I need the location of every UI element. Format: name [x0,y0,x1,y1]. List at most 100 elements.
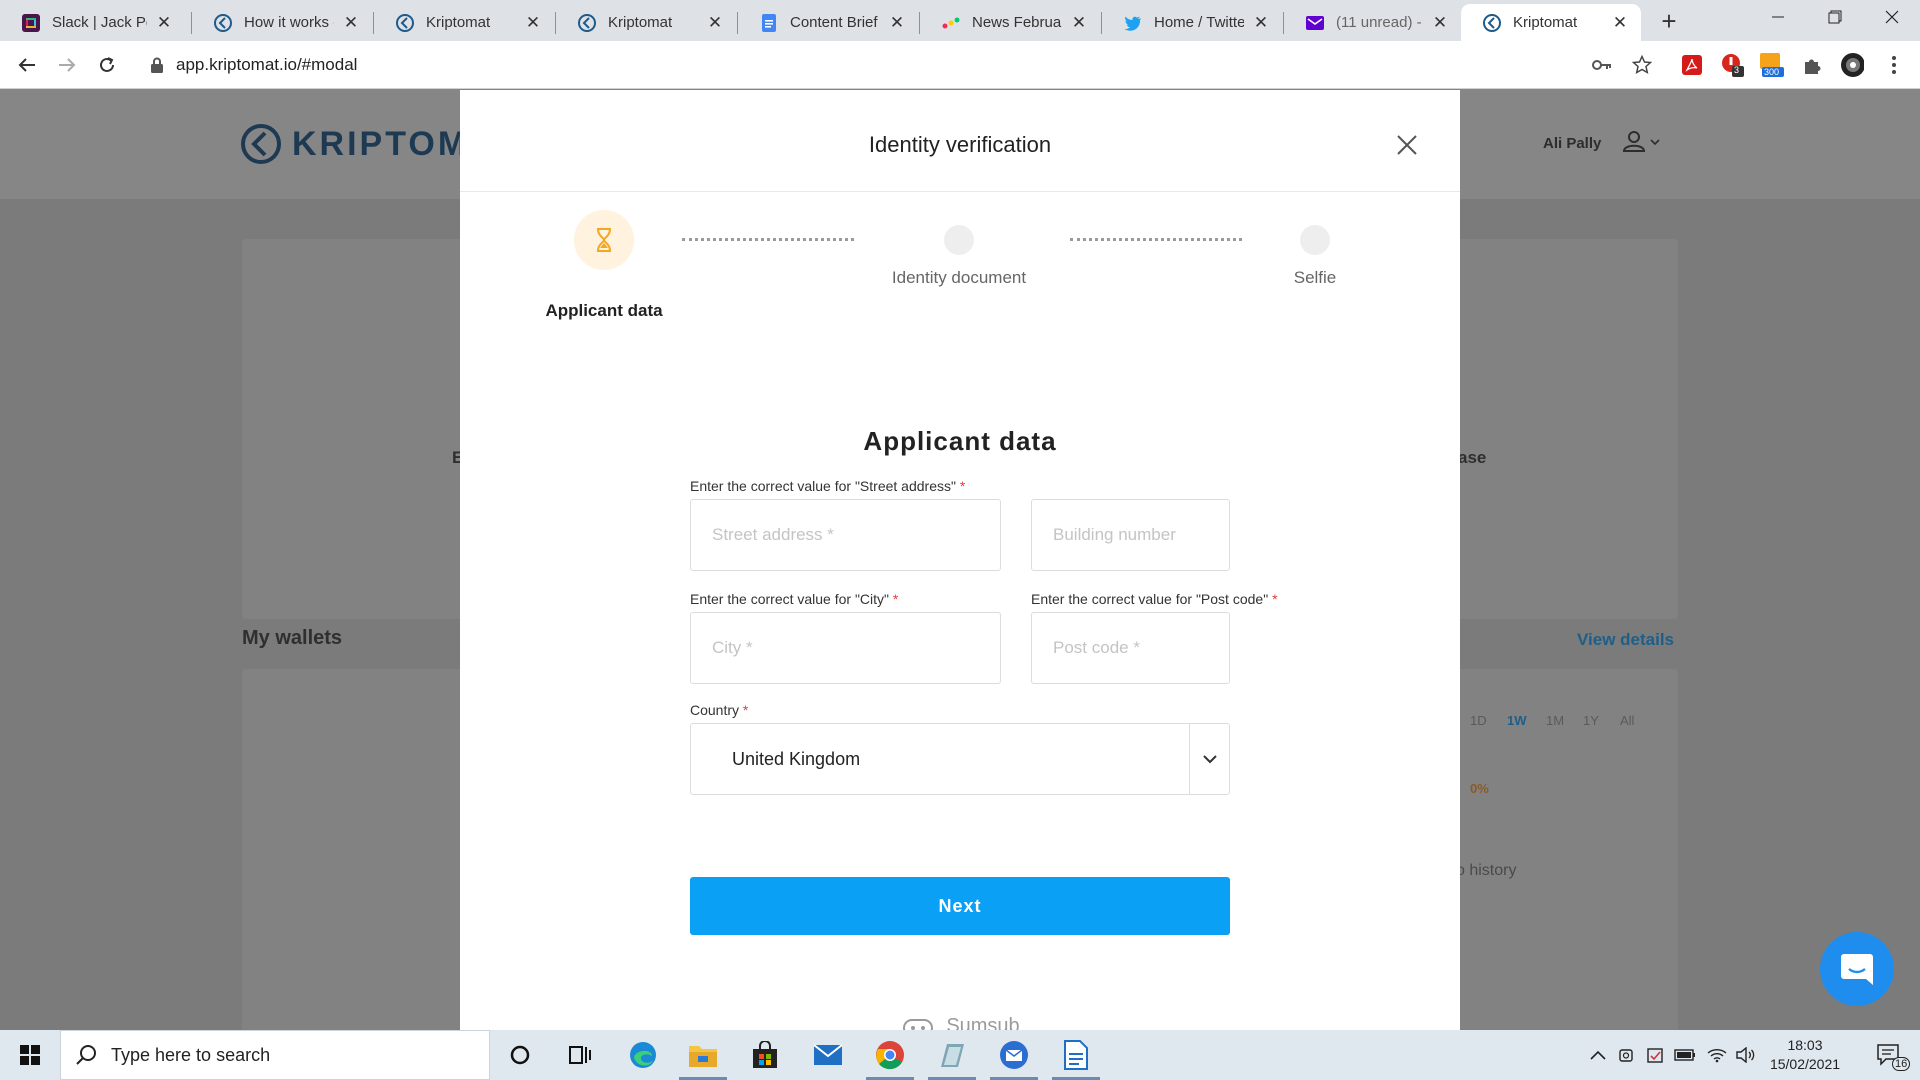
post-code-input[interactable] [1031,612,1230,684]
next-button[interactable]: Next [690,877,1230,935]
twitter-icon [1124,14,1142,32]
shield-extension-icon[interactable]: 3 [1720,53,1744,77]
country-selected-value: United Kingdom [732,748,861,769]
close-icon[interactable]: ✕ [342,13,360,32]
minimize-button[interactable] [1748,0,1808,34]
mail-app[interactable] [798,1030,858,1080]
sumsub-branding: Sumsub [460,1015,1460,1030]
required-mark: * [742,702,749,718]
store-app[interactable] [735,1030,795,1080]
close-icon[interactable]: ✕ [706,13,724,32]
city-input[interactable] [690,612,1001,684]
tab-kriptomat-1[interactable]: Kriptomat ✕ [374,4,554,41]
new-tab-button[interactable]: + [1655,8,1683,36]
taskbar-search-box[interactable]: Type here to search [60,1030,490,1080]
tab-content-brief[interactable]: Content Brief - ✕ [738,4,918,41]
restore-button[interactable] [1805,0,1865,34]
password-key-icon[interactable] [1590,53,1614,77]
close-icon[interactable]: ✕ [888,13,906,32]
tray-app-icon[interactable] [1643,1030,1669,1080]
word-document-app[interactable] [1046,1030,1106,1080]
reload-button[interactable] [93,51,121,79]
sumsub-logo-icon [903,1018,934,1030]
back-arrow-icon [18,58,35,72]
tab-news-february[interactable]: News February ✕ [920,4,1100,41]
rss-badge-count: 300 [1764,67,1780,77]
battery-indicator[interactable] [1672,1030,1698,1080]
country-label-text: Country [690,702,740,718]
slack-icon [22,13,40,32]
dropdown-toggle[interactable] [1189,724,1229,794]
google-docs-icon [760,13,778,32]
street-address-input[interactable] [690,499,1001,571]
thunderbird-app[interactable] [984,1030,1044,1080]
folder-icon [689,1046,717,1067]
action-center-button[interactable]: 16 [1864,1030,1914,1080]
back-button[interactable] [13,51,41,79]
close-icon[interactable]: ✕ [524,13,542,32]
hourglass-icon [597,228,611,252]
puzzle-extensions-icon[interactable] [1800,53,1824,77]
edge-app[interactable] [613,1030,673,1080]
tab-yahoo-mail[interactable]: (11 unread) - al ✕ [1284,4,1461,41]
address-bar[interactable]: app.kriptomat.io/#modal [140,46,1660,84]
country-select[interactable]: United Kingdom [690,723,1230,795]
modal-header: Identity verification [460,90,1460,192]
modal-close-button[interactable] [1395,133,1419,157]
pdf-extension-icon[interactable] [1680,53,1704,77]
tab-twitter[interactable]: Home / Twitter ✕ [1102,4,1282,41]
tab-how-it-works[interactable]: How it works - ✕ [192,4,372,41]
my-wallets-heading: My wallets [242,627,343,649]
notes-app[interactable] [922,1030,982,1080]
profile-avatar-icon[interactable] [1840,53,1864,77]
camera-tray-icon [1619,1049,1633,1062]
close-icon[interactable]: ✕ [155,13,173,32]
step-3-label: Selfie [1293,268,1337,287]
tab-title: Kriptomat [608,14,673,31]
wifi-indicator[interactable] [1704,1030,1730,1080]
browser-tab-strip: Slack | Jack Pea ✕ How it works - ✕ Krip… [0,0,1920,41]
task-view-button[interactable] [550,1030,610,1080]
range-1y: 1Y [1583,713,1599,728]
clock-date: 15/02/2021 [1769,1056,1841,1072]
cortana-button[interactable] [490,1030,550,1080]
tab-kriptomat-2[interactable]: Kriptomat ✕ [556,4,736,41]
store-bag-icon [753,1041,777,1068]
building-number-input[interactable] [1031,499,1230,571]
browser-menu-icon[interactable] [1882,53,1906,77]
forward-arrow-icon [59,58,76,72]
mail-icon [813,1044,843,1065]
tray-app-icon[interactable] [1614,1030,1640,1080]
tab-title: Kriptomat [1513,14,1578,31]
support-chat-button[interactable] [1820,932,1894,1006]
sumsub-name: Sumsub [946,1015,1020,1030]
city-label-text: Enter the correct value for "City" [690,591,890,607]
kriptomat-icon [396,13,414,32]
bookmark-star-icon[interactable] [1630,53,1654,77]
forward-button[interactable] [53,51,81,79]
volume-indicator[interactable] [1733,1030,1759,1080]
close-icon[interactable]: ✕ [1611,13,1629,32]
tab-slack[interactable]: Slack | Jack Pea ✕ [0,4,185,41]
tray-overflow-button[interactable] [1585,1030,1611,1080]
post-code-label-text: Enter the correct value for "Post code" [1031,591,1269,607]
street-address-label: Enter the correct value for "Street addr… [690,478,965,494]
close-icon[interactable]: ✕ [1070,13,1088,32]
file-explorer-app[interactable] [673,1030,733,1080]
monday-icon [942,14,960,32]
chevron-down-icon [1202,754,1217,763]
battery-icon [1674,1049,1695,1061]
system-clock[interactable]: 18:03 15/02/2021 [1760,1036,1850,1074]
close-window-button[interactable] [1862,0,1920,34]
rss-extension-icon[interactable]: 300 [1760,53,1784,77]
tab-kriptomat-active[interactable]: Kriptomat ✕ [1461,4,1641,41]
user-menu [1620,129,1664,155]
chrome-app[interactable] [860,1030,920,1080]
start-button[interactable] [0,1030,60,1080]
close-icon[interactable]: ✕ [1252,13,1270,32]
user-name: Ali Pally [1543,135,1602,152]
required-mark: * [1272,591,1278,607]
close-icon[interactable]: ✕ [1431,13,1449,32]
required-mark: * [959,478,966,494]
task-view-icon [569,1046,591,1064]
